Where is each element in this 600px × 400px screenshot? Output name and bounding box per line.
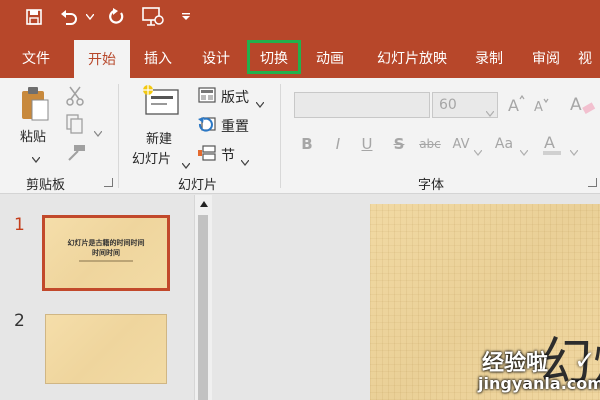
clear-formatting-icon[interactable]: A [570, 92, 596, 120]
font-name-combobox[interactable] [294, 92, 430, 118]
new-slide-label-line2[interactable]: 幻灯片 [132, 148, 171, 167]
redo-icon[interactable] [106, 0, 128, 34]
strikethrough-button[interactable]: abc [416, 133, 444, 155]
separator [118, 84, 119, 188]
paste-dropdown-icon[interactable] [31, 148, 41, 167]
svg-text:A: A [508, 96, 519, 113]
watermark-url: jingyanla.com [478, 374, 600, 393]
slide-thumbnail-2[interactable] [45, 314, 167, 384]
slide-subtitle-placeholder [79, 260, 133, 262]
increase-font-size-icon[interactable]: A [508, 94, 526, 117]
save-icon[interactable] [22, 0, 46, 34]
slides-group-label: 幻灯片 [178, 178, 218, 193]
slide-number: 1 [14, 215, 25, 235]
font-color-icon[interactable]: A [542, 132, 564, 160]
section-dropdown-icon[interactable] [240, 151, 250, 170]
watermark-text: 经验啦 [482, 351, 549, 376]
spacing-dropdown-icon[interactable] [473, 141, 483, 160]
checkmark-icon: ✓ [574, 346, 596, 376]
tab-record[interactable]: 录制 [466, 38, 512, 78]
new-slide-label-line1[interactable]: 新建 [146, 128, 172, 147]
presenter-view-icon[interactable] [140, 0, 166, 34]
svg-text:A: A [570, 95, 582, 115]
paste-label[interactable]: 粘贴 [20, 126, 46, 145]
slide-title-line2: 时间时间 [92, 248, 120, 257]
font-color-dropdown-icon[interactable] [569, 141, 579, 160]
separator [280, 84, 281, 188]
paste-icon[interactable] [20, 86, 50, 126]
slide-title-line1: 幻灯片是古籍的时间时间 [67, 238, 145, 247]
font-size-dropdown-icon[interactable] [485, 102, 495, 121]
tab-file[interactable]: 文件 [8, 38, 64, 78]
layout-icon[interactable] [198, 87, 216, 107]
thumbnail-scrollbar[interactable] [194, 195, 212, 400]
copy-dropdown-icon[interactable] [93, 122, 103, 141]
bold-button[interactable]: B [298, 133, 316, 155]
tab-view[interactable]: 视 [578, 38, 600, 78]
new-slide-dropdown-icon[interactable] [181, 154, 191, 173]
highlight-box [247, 40, 301, 74]
svg-text:A: A [534, 100, 543, 113]
character-spacing-button[interactable]: AV [450, 133, 472, 155]
section-icon[interactable] [198, 145, 216, 165]
reset-icon[interactable] [198, 116, 216, 136]
reset-label[interactable]: 重置 [221, 116, 249, 136]
svg-text:A: A [544, 133, 555, 152]
shadow-button[interactable]: S [390, 133, 408, 155]
tab-insert[interactable]: 插入 [132, 38, 184, 78]
cut-icon[interactable] [66, 86, 84, 110]
section-label[interactable]: 节 [221, 145, 235, 165]
decrease-font-size-icon[interactable]: A [534, 97, 552, 117]
format-painter-icon[interactable] [66, 144, 86, 166]
clipboard-group-label: 剪贴板 [26, 178, 66, 193]
tab-review[interactable]: 审阅 [520, 38, 572, 78]
new-slide-icon[interactable] [142, 84, 180, 120]
scrollbar-thumb[interactable] [198, 215, 208, 400]
tab-slideshow[interactable]: 幻灯片放映 [362, 38, 462, 78]
underline-button[interactable]: U [358, 133, 376, 155]
dropdown-arrow-icon[interactable] [84, 0, 96, 34]
tab-animations[interactable]: 动画 [304, 38, 356, 78]
quick-access-toolbar [0, 0, 600, 38]
ribbon-body: 粘贴 剪贴板 新建 幻灯片 版式 重置 节 幻灯片 60 A A A B I U… [0, 78, 600, 194]
undo-icon[interactable] [58, 0, 80, 34]
tab-design[interactable]: 设计 [190, 38, 242, 78]
copy-icon[interactable] [66, 114, 84, 138]
slide-thumbnail-1[interactable]: 幻灯片是古籍的时间时间 时间时间 [42, 215, 170, 291]
font-size-value: 60 [439, 97, 457, 113]
change-case-button[interactable]: Aa [492, 133, 516, 155]
scroll-up-icon[interactable] [196, 196, 212, 212]
slide-thumbnail-pane: 1 幻灯片是古籍的时间时间 时间时间 2 [0, 195, 215, 400]
layout-label[interactable]: 版式 [221, 87, 249, 107]
layout-dropdown-icon[interactable] [255, 93, 265, 112]
customize-toolbar-icon[interactable] [180, 0, 192, 34]
font-launcher-icon[interactable] [588, 178, 597, 187]
case-dropdown-icon[interactable] [519, 141, 529, 160]
italic-button[interactable]: I [330, 133, 346, 155]
powerpoint-window: 文件 开始 插入 设计 切换 动画 幻灯片放映 录制 审阅 视 粘贴 剪贴板 新… [0, 0, 600, 400]
clipboard-launcher-icon[interactable] [104, 178, 113, 187]
slide-number: 2 [14, 311, 25, 331]
font-group-label: 字体 [418, 178, 445, 193]
tab-home[interactable]: 开始 [74, 40, 130, 78]
